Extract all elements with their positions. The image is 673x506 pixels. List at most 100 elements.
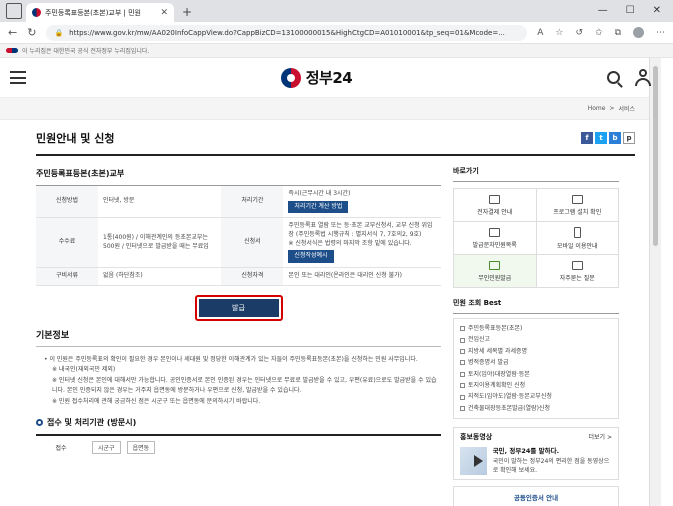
- list-item[interactable]: 지방세 세목별 과세증명: [460, 346, 612, 357]
- gov-favicon-icon: [32, 8, 41, 17]
- vertical-scrollbar[interactable]: [649, 58, 661, 506]
- value-cell: 인터넷, 방문: [98, 186, 222, 219]
- favorite-star-icon[interactable]: ☆: [555, 28, 563, 38]
- menu-icon[interactable]: [10, 71, 26, 84]
- header-cell: 신청자격: [221, 267, 284, 286]
- apply-button[interactable]: 발급: [198, 298, 279, 317]
- shortcut-faq[interactable]: 자주묻는 질문: [536, 255, 619, 288]
- bullet-icon: [460, 405, 465, 411]
- value-cell: 1통(400원) / 이해관계인의 등초본교부는 500원 / 인터넷으로 발급…: [98, 217, 222, 269]
- site-logo[interactable]: 정부24: [280, 67, 353, 88]
- video-play-icon[interactable]: [460, 447, 487, 476]
- breadcrumb-current[interactable]: 서비스: [618, 104, 635, 113]
- shortcut-payment[interactable]: 전자결제 안내: [454, 189, 537, 222]
- url-text: https://www.gov.kr/mw/AA020InfoCappView.…: [69, 28, 505, 37]
- document-list-icon: [489, 227, 501, 237]
- tab-title: 주민등록표등본(초본)교부 | 민원: [45, 8, 141, 17]
- office-chip[interactable]: 읍면동: [126, 441, 156, 455]
- read-aloud-icon[interactable]: A: [537, 28, 543, 38]
- favorites-icon[interactable]: ✩: [595, 28, 603, 38]
- basic-info-heading: 기본정보: [36, 328, 441, 347]
- browser-tab[interactable]: 주민등록표등본(초본)교부 | 민원 ✕: [26, 3, 174, 22]
- bullet-icon: [460, 371, 465, 377]
- promo-title[interactable]: 국민, 정부24를 말하다.: [493, 447, 559, 455]
- taegeuk-logo-icon: [280, 67, 301, 88]
- back-icon[interactable]: ←: [8, 26, 17, 39]
- more-icon[interactable]: ⋯: [656, 28, 665, 38]
- table-row: 신청방법 인터넷, 방문 처리기간 즉시(근무시간 내 3시간) 처리기간 계산…: [36, 186, 441, 219]
- mobile-icon: [573, 226, 581, 238]
- shortcut-issued-list[interactable]: 발급문자민원목록: [454, 222, 537, 255]
- twitter-icon[interactable]: t: [595, 132, 607, 144]
- address-bar-row: ← ↻ 🔒 https://www.gov.kr/mw/AA020InfoCap…: [0, 22, 673, 44]
- form-example-button[interactable]: 신청작성예시: [288, 250, 334, 264]
- basic-info-line: ※ 내국인(재외국민 제외): [52, 366, 116, 374]
- official-site-text: 이 누리집은 대한민국 공식 전자정부 누리집입니다.: [22, 48, 150, 55]
- user-icon[interactable]: [634, 69, 651, 86]
- shortcut-mobile[interactable]: 모바일 이용안내: [536, 222, 619, 255]
- breadcrumb-home[interactable]: Home: [588, 105, 606, 112]
- list-item[interactable]: 주민등록표등본(초본): [460, 323, 612, 334]
- search-icon[interactable]: [606, 71, 620, 84]
- promo-more-link[interactable]: 더보기 >: [589, 432, 613, 442]
- print-icon[interactable]: p: [623, 132, 635, 144]
- best-list: 민원 조회 Best 주민등록표등본(초본) 전입신고 지방세 세목별 과세증명…: [453, 298, 619, 420]
- processing-time-calc-button[interactable]: 처리기간 계산 방법: [288, 200, 349, 214]
- facebook-icon[interactable]: f: [581, 132, 593, 144]
- collections-icon[interactable]: ⧉: [615, 28, 621, 38]
- scrollbar-thumb[interactable]: [653, 66, 658, 246]
- new-tab-icon[interactable]: +: [182, 5, 192, 19]
- list-item[interactable]: 지적도(임야도)열람·등본교부신청: [460, 391, 612, 402]
- browser-tab-strip: 주민등록표등본(초본)교부 | 민원 ✕ + — ☐ ✕: [0, 0, 673, 22]
- download-icon: [489, 194, 501, 204]
- blog-icon[interactable]: b: [609, 132, 621, 144]
- basic-info-line: ※ 민원 접수처리에 관해 궁금하신 점은 시군구 또는 읍면동에 문의하시기 …: [52, 397, 261, 405]
- list-item[interactable]: 건축물대장등초본발급(열람)신청: [460, 403, 612, 414]
- office-chip[interactable]: 시군구: [92, 441, 121, 455]
- service-info-table: 신청방법 인터넷, 방문 처리기간 즉시(근무시간 내 3시간) 처리기간 계산…: [36, 186, 441, 286]
- basic-info-line: • 이 민원은 주민등록표의 확인이 필요한 경우 본인이나 세대원 및 정당한…: [44, 355, 418, 363]
- maximize-icon[interactable]: ☐: [626, 5, 635, 16]
- breadcrumb: Home > 서비스: [0, 98, 661, 120]
- shortcuts-heading: 바로가기: [453, 166, 619, 182]
- value-cell: 즉시(근무시간 내 3시간) 처리기간 계산 방법: [283, 186, 441, 219]
- tab-actions-icon[interactable]: [6, 3, 22, 19]
- certificate-guide-button[interactable]: 공동인증서 안내: [453, 486, 619, 506]
- shortcut-program-check[interactable]: 프로그램 설치 확인: [536, 189, 619, 222]
- table-row: 수수료 1통(400원) / 이해관계인의 등초본교부는 500원 / 인터넷으…: [36, 217, 441, 269]
- list-item[interactable]: 토지이용계획확인 신청: [460, 380, 612, 391]
- close-tab-icon[interactable]: ✕: [160, 8, 168, 18]
- promo-video: 홍보동영상 더보기 > 국민, 정부24를 말하다. 국민이 말하는 정부24의…: [453, 427, 619, 481]
- bullet-icon: [460, 337, 465, 343]
- list-item[interactable]: 토지(임야)대장열람·등본: [460, 369, 612, 380]
- profile-icon[interactable]: [633, 27, 644, 38]
- bullet-icon: [460, 326, 465, 332]
- basic-info-line: ※ 인터넷 신청은 본인에 대해서만 가능합니다. 공인인증서로 본인 인증된 …: [52, 376, 437, 395]
- shortcut-kiosk[interactable]: 무인민원발급: [454, 255, 537, 288]
- list-item[interactable]: 전입신고: [460, 334, 612, 345]
- lock-icon: 🔒: [54, 28, 64, 37]
- address-field[interactable]: 🔒 https://www.gov.kr/mw/AA020InfoCappVie…: [46, 24, 528, 41]
- office-heading: 접수 및 처리기관 (방문시): [36, 407, 441, 437]
- promo-text: 국민이 말하는 정부24의 편리한 점을 동영상으로 확인해 보세요.: [492, 457, 610, 474]
- breadcrumb-separator: >: [609, 105, 615, 112]
- reload-icon[interactable]: ↻: [27, 26, 36, 39]
- close-window-icon[interactable]: ✕: [653, 5, 661, 16]
- service-title: 주민등록표등본(초본)교부: [36, 156, 441, 186]
- bullet-icon: [460, 360, 465, 366]
- window-controls: — ☐ ✕: [598, 5, 673, 22]
- processing-time-text: 즉시(근무시간 내 3시간): [288, 190, 351, 197]
- office-row-label: 접수: [55, 445, 67, 453]
- refresh-extension-icon[interactable]: ↺: [575, 28, 583, 38]
- sidebar: 바로가기 전자결제 안내 프로그램 설치 확인 발급문자민원목록 모바일 이용안…: [453, 156, 619, 506]
- minimize-icon[interactable]: —: [598, 5, 608, 16]
- korea-flag-icon: [6, 48, 18, 53]
- page-viewport: 정부24 Home > 서비스 민원안내 및 신청 f t b p 주민등록표등…: [0, 58, 661, 506]
- browser-toolbar: A ☆ ↺ ✩ ⧉ ⋯: [537, 27, 665, 38]
- bullet-icon: [460, 394, 465, 400]
- application-form-note: ※ 신청서식은 법령의 마지막 조항 밑에 있습니다.: [288, 239, 412, 247]
- site-header: 정부24: [0, 58, 661, 98]
- table-row: 구비서류 없음 (하단참조) 신청자격 본인 또는 대리인(온라인은 대리인 신…: [36, 267, 441, 286]
- best-heading: 민원 조회 Best: [453, 298, 619, 314]
- list-item[interactable]: 병적증명서 발급: [460, 357, 612, 368]
